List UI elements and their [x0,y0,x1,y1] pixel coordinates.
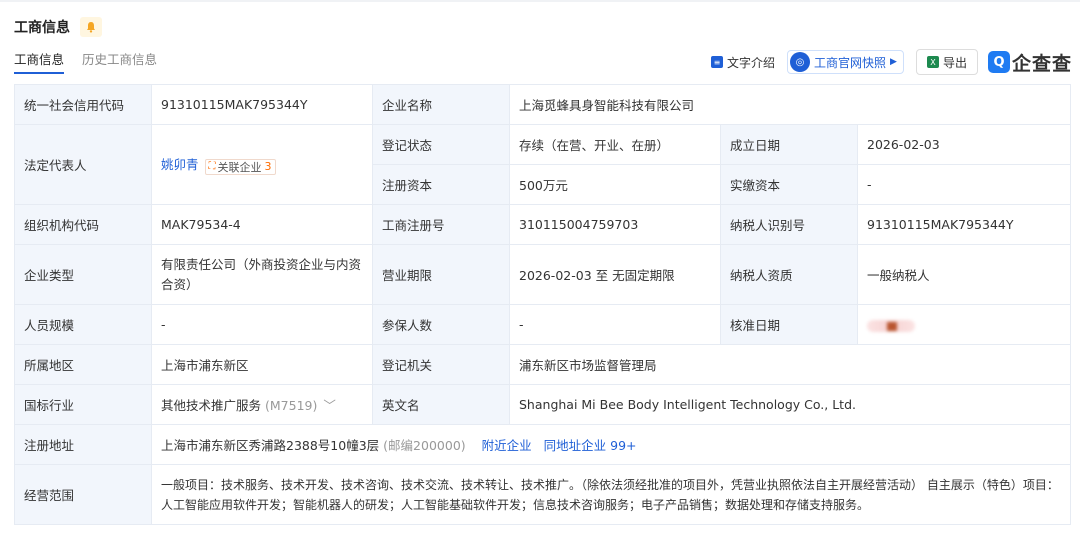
biz-reg-no-value: 310115004759703 [509,204,721,245]
region-value: 上海市浦东新区 [151,344,373,385]
caret-right-icon: ▶ [890,57,897,67]
biz-term-label: 营业期限 [372,244,510,305]
table-row: 注册地址 上海市浦东新区秀浦路2388号10幢3层 (邮编200000) 附近企业同… [14,424,1071,465]
section-header: 工商信息 [14,16,102,38]
insured-value: - [509,304,721,345]
related-count: 3 [264,160,272,174]
text-intro-button[interactable]: ≡ 文字介绍 [711,54,775,71]
paid-capital-label: 实缴资本 [720,164,858,205]
nearby-companies-link[interactable]: 附近企业 [482,438,532,453]
staff-size-value: - [151,304,373,345]
legal-rep-link[interactable]: 姚卯青 [161,157,199,172]
brand-name: 企查查 [1011,52,1072,75]
doc-icon: ≡ [711,56,724,68]
export-label: 导出 [942,55,967,70]
legal-rep-label: 法定代表人 [14,124,152,205]
business-info-table: 统一社会信用代码 91310115MAK795344Y 企业名称 上海觅蜂具身智… [14,84,1071,525]
address-value: 上海市浦东新区秀浦路2388号10幢3层 [161,438,380,453]
bell-icon[interactable] [80,17,102,37]
export-button[interactable]: X 导出 [915,49,978,75]
reg-capital-label: 注册资本 [372,164,510,205]
table-row: 经营范围 一般项目：技术服务、技术开发、技术咨询、技术交流、技术转让、技术推广。… [14,464,1071,525]
org-code-value: MAK79534-4 [151,204,373,245]
excel-icon: X [926,56,939,68]
table-row: 组织机构代码 MAK79534-4 工商注册号 310115004759703 … [14,204,1071,245]
english-name-label: 英文名 [372,384,510,425]
reg-capital-value: 500万元 [509,164,721,205]
postcode: (邮编200000) [383,438,466,453]
taxpayer-id-label: 纳税人识别号 [720,204,858,245]
taxpayer-id-value: 91310115MAK795344Y [857,204,1071,245]
tab-bar: 工商信息 历史工商信息 [14,50,175,76]
scope-label: 经营范围 [14,464,152,525]
related-company-icon: ⛶ [208,161,216,173]
industry-cell[interactable]: 其他技术推广服务 (M7519) ﹀ [151,384,373,425]
found-date-label: 成立日期 [720,124,858,165]
tab-business-info[interactable]: 工商信息 [14,50,65,74]
taxpayer-qual-label: 纳税人资质 [720,244,858,305]
english-name-value: Shanghai Mi Bee Body Intelligent Technol… [509,384,1071,425]
table-row: 所属地区 上海市浦东新区 登记机关 浦东新区市场监督管理局 [14,344,1071,385]
credit-code-value[interactable]: 91310115MAK795344Y [151,84,373,125]
region-label: 所属地区 [14,344,152,385]
reg-status-value: 存续（在营、开业、在册） [509,124,721,165]
same-address-link[interactable]: 同地址企业 99+ [544,438,637,453]
biz-reg-no-label: 工商注册号 [372,204,510,245]
table-row: 国标行业 其他技术推广服务 (M7519) ﹀ 英文名 Shanghai Mi Be… [14,384,1071,425]
lock-icon [887,321,897,331]
industry-value: 其他技术推广服务 [161,398,262,413]
toolbar: ≡ 文字介绍 ◎ 工商官网快照 ▶ X 导出 Q 企查查 [699,48,1072,76]
related-label: 关联企业 [217,160,262,174]
credit-code-label: 统一社会信用代码 [14,84,152,125]
qcc-logo-icon: Q [987,51,1010,73]
text-intro-label: 文字介绍 [727,55,776,70]
table-row: 企业类型 有限责任公司（外商投资企业与内资合资） 营业期限 2026-02-03… [14,244,1071,305]
gov-snapshot-button[interactable]: ◎ 工商官网快照 ▶ [787,50,904,74]
biz-term-value: 2026-02-03 至 无固定期限 [509,244,721,305]
paid-capital-value: - [857,164,1071,205]
legal-rep-cell: 姚卯青 ⛶ 关联企业 3 [151,124,373,205]
top-divider [0,0,1080,2]
table-row: 人员规模 - 参保人数 - 核准日期 [14,304,1071,345]
related-company-tag[interactable]: ⛶ 关联企业 3 [204,158,276,175]
section-title: 工商信息 [14,20,70,36]
tab-history-business-info[interactable]: 历史工商信息 [82,50,157,74]
insured-label: 参保人数 [372,304,510,345]
table-row: 法定代表人 姚卯青 ⛶ 关联企业 3 登记状态 存续（在营、开业、在册） 成立日期 2… [14,124,1071,205]
snapshot-icon: ◎ [790,52,811,72]
company-type-label: 企业类型 [14,244,152,305]
address-cell: 上海市浦东新区秀浦路2388号10幢3层 (邮编200000) 附近企业 同地址企业 … [151,424,1071,465]
gov-snapshot-label: 工商官网快照 [814,55,887,70]
brand-logo[interactable]: Q 企查查 [987,49,1072,76]
reg-authority-label: 登记机关 [372,344,510,385]
scope-value: 一般项目：技术服务、技术开发、技术咨询、技术交流、技术转让、技术推广。（除依法须… [151,464,1071,525]
reg-status-label: 登记状态 [372,124,510,165]
org-code-label: 组织机构代码 [14,204,152,245]
hidden-value-blur [867,319,915,332]
company-name-value[interactable]: 上海觅蜂具身智能科技有限公司 [509,84,1071,125]
address-label: 注册地址 [14,424,152,465]
found-date-value: 2026-02-03 [857,124,1071,165]
company-name-label: 企业名称 [372,84,510,125]
industry-label: 国标行业 [14,384,152,425]
staff-size-label: 人员规模 [14,304,152,345]
company-type-value: 有限责任公司（外商投资企业与内资合资） [151,244,373,305]
industry-code: (M7519) [265,398,318,413]
approve-date-value[interactable] [857,304,1071,345]
approve-date-label: 核准日期 [720,304,858,345]
chevron-down-icon[interactable]: ﹀ [323,398,336,413]
table-row: 统一社会信用代码 91310115MAK795344Y 企业名称 上海觅蜂具身智… [14,84,1071,125]
taxpayer-qual-value: 一般纳税人 [857,244,1071,305]
reg-authority-value: 浦东新区市场监督管理局 [509,344,1071,385]
